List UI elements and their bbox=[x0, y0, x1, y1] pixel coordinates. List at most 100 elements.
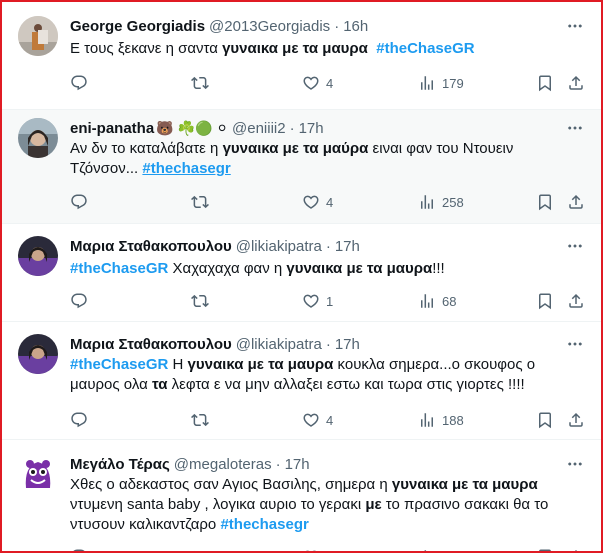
avatar[interactable] bbox=[18, 118, 58, 158]
reply-button[interactable] bbox=[70, 547, 88, 553]
more-icon[interactable] bbox=[563, 118, 587, 138]
bookmark-icon bbox=[536, 292, 554, 310]
view-count: 188 bbox=[442, 412, 464, 428]
like-button[interactable]: 4 bbox=[302, 410, 333, 430]
views-icon bbox=[418, 548, 436, 553]
reply-icon bbox=[70, 292, 88, 310]
hashtag-link[interactable]: #theChaseGR bbox=[70, 260, 168, 277]
like-count: 4 bbox=[326, 412, 334, 428]
user-handle[interactable]: @2013Georgiadis bbox=[209, 18, 330, 35]
share-icon bbox=[567, 74, 585, 92]
like-icon bbox=[302, 292, 320, 310]
display-name[interactable]: Μαρια Σταθακοπουλου bbox=[70, 238, 232, 255]
tweet-text: Χθες ο αδεκαστος σαν Αγιος Βασιλης, σημε… bbox=[70, 475, 581, 535]
views-icon bbox=[418, 74, 436, 92]
retweet-icon bbox=[191, 193, 209, 211]
share-button[interactable] bbox=[567, 291, 585, 311]
timestamp[interactable]: 16h bbox=[343, 18, 368, 35]
like-icon bbox=[302, 193, 320, 211]
tweet[interactable]: Μαρια Σταθακοπουλου @likiakipatra · 17h … bbox=[2, 224, 601, 322]
tweet-header: eni-panatha 🐻 ☘️🟢 ⚪ @eniiii2 · 17h bbox=[70, 118, 541, 138]
more-icon[interactable] bbox=[563, 236, 587, 256]
retweet-button[interactable] bbox=[191, 410, 209, 430]
reply-icon bbox=[70, 548, 88, 553]
share-icon bbox=[567, 193, 585, 211]
text-segment: Χαχαχαχα φαν η bbox=[168, 260, 287, 277]
display-name[interactable]: Μαρια Σταθακοπουλου bbox=[70, 336, 232, 353]
reply-button[interactable] bbox=[70, 291, 88, 311]
hashtag-link[interactable]: #theChaseGR bbox=[376, 40, 474, 57]
bookmark-button[interactable] bbox=[536, 192, 554, 212]
views-button[interactable] bbox=[418, 547, 436, 553]
hashtag-link[interactable]: #thechasegr bbox=[220, 516, 308, 533]
share-icon bbox=[567, 292, 585, 310]
text-bold: τα bbox=[151, 376, 168, 393]
bookmark-button[interactable] bbox=[536, 291, 554, 311]
share-button[interactable] bbox=[567, 547, 585, 553]
share-button[interactable] bbox=[567, 192, 585, 212]
views-button[interactable]: 258 bbox=[418, 192, 464, 212]
view-count: 258 bbox=[442, 194, 464, 210]
timestamp[interactable]: 17h bbox=[285, 456, 310, 473]
avatar[interactable] bbox=[18, 16, 58, 56]
tweet[interactable]: Μαρια Σταθακοπουλου @likiakipatra · 17h … bbox=[2, 322, 601, 440]
text-segment: το πρασινο σακακι θα το bbox=[381, 496, 549, 513]
tweet-header: George Georgiadis @2013Georgiadis · 16h bbox=[70, 16, 541, 36]
bookmark-icon bbox=[536, 411, 554, 429]
views-button[interactable]: 68 bbox=[418, 291, 456, 311]
reply-icon bbox=[70, 74, 88, 92]
retweet-button[interactable] bbox=[191, 547, 209, 553]
text-segment: Αν δν το καταλάβατε η bbox=[70, 140, 223, 157]
text-segment: Ε τους ξεκανε η σαντα bbox=[70, 40, 223, 57]
share-button[interactable] bbox=[567, 410, 585, 430]
separator-dot: · bbox=[325, 335, 331, 353]
like-button[interactable] bbox=[302, 547, 320, 553]
tweet[interactable]: Μεγάλο Τέρας @megaloteras · 17h Χθες ο α… bbox=[2, 440, 601, 553]
hashtag-link[interactable]: #thechasegr bbox=[142, 160, 230, 177]
bookmark-button[interactable] bbox=[536, 410, 554, 430]
text-bold: γυναικα με τα μαυρα bbox=[187, 356, 334, 373]
more-icon[interactable] bbox=[563, 16, 587, 36]
timestamp[interactable]: 17h bbox=[335, 238, 360, 255]
bookmark-icon bbox=[536, 548, 554, 553]
avatar[interactable] bbox=[18, 236, 58, 276]
retweet-button[interactable] bbox=[191, 192, 209, 212]
views-button[interactable]: 179 bbox=[418, 73, 464, 93]
reply-button[interactable] bbox=[70, 410, 88, 430]
display-name[interactable]: eni-panatha bbox=[70, 120, 154, 137]
display-name[interactable]: Μεγάλο Τέρας bbox=[70, 456, 170, 473]
more-icon[interactable] bbox=[563, 334, 587, 354]
like-button[interactable]: 4 bbox=[302, 192, 333, 212]
tweet[interactable]: George Georgiadis @2013Georgiadis · 16h … bbox=[2, 2, 601, 110]
retweet-icon bbox=[191, 292, 209, 310]
action-bar: 1 68 bbox=[2, 291, 601, 311]
avatar[interactable] bbox=[18, 334, 58, 374]
timestamp[interactable]: 17h bbox=[335, 336, 360, 353]
views-button[interactable]: 188 bbox=[418, 410, 464, 430]
user-handle[interactable]: @megaloteras bbox=[174, 456, 272, 473]
retweet-icon bbox=[191, 548, 209, 553]
text-bold: γυναικα με τα μαυρα bbox=[391, 476, 538, 493]
retweet-button[interactable] bbox=[191, 291, 209, 311]
hashtag-link[interactable]: #theChaseGR bbox=[70, 356, 168, 373]
reply-button[interactable] bbox=[70, 73, 88, 93]
share-icon bbox=[567, 548, 585, 553]
retweet-button[interactable] bbox=[191, 73, 209, 93]
tweet-text: #theChaseGR Η γυναικα με τα μαυρα κουκλα… bbox=[70, 355, 581, 395]
bookmark-button[interactable] bbox=[536, 73, 554, 93]
reply-button[interactable] bbox=[70, 192, 88, 212]
display-name[interactable]: George Georgiadis bbox=[70, 18, 205, 35]
user-handle[interactable]: @likiakipatra bbox=[236, 336, 322, 353]
user-handle[interactable]: @eniiii2 bbox=[232, 120, 286, 137]
share-button[interactable] bbox=[567, 73, 585, 93]
text-bold: γυναικα με τα μαύρα bbox=[222, 140, 369, 157]
tweet[interactable]: eni-panatha 🐻 ☘️🟢 ⚪ @eniiii2 · 17h Αν δν… bbox=[2, 110, 601, 224]
like-button[interactable]: 1 bbox=[302, 291, 333, 311]
like-button[interactable]: 4 bbox=[302, 73, 333, 93]
text-segment: Χθες ο αδεκαστος σαν Αγιος Βασιλης, σημε… bbox=[70, 476, 392, 493]
bookmark-button[interactable] bbox=[536, 547, 554, 553]
timestamp[interactable]: 17h bbox=[299, 120, 324, 137]
user-handle[interactable]: @likiakipatra bbox=[236, 238, 322, 255]
avatar[interactable] bbox=[18, 452, 58, 492]
more-icon[interactable] bbox=[563, 454, 587, 474]
